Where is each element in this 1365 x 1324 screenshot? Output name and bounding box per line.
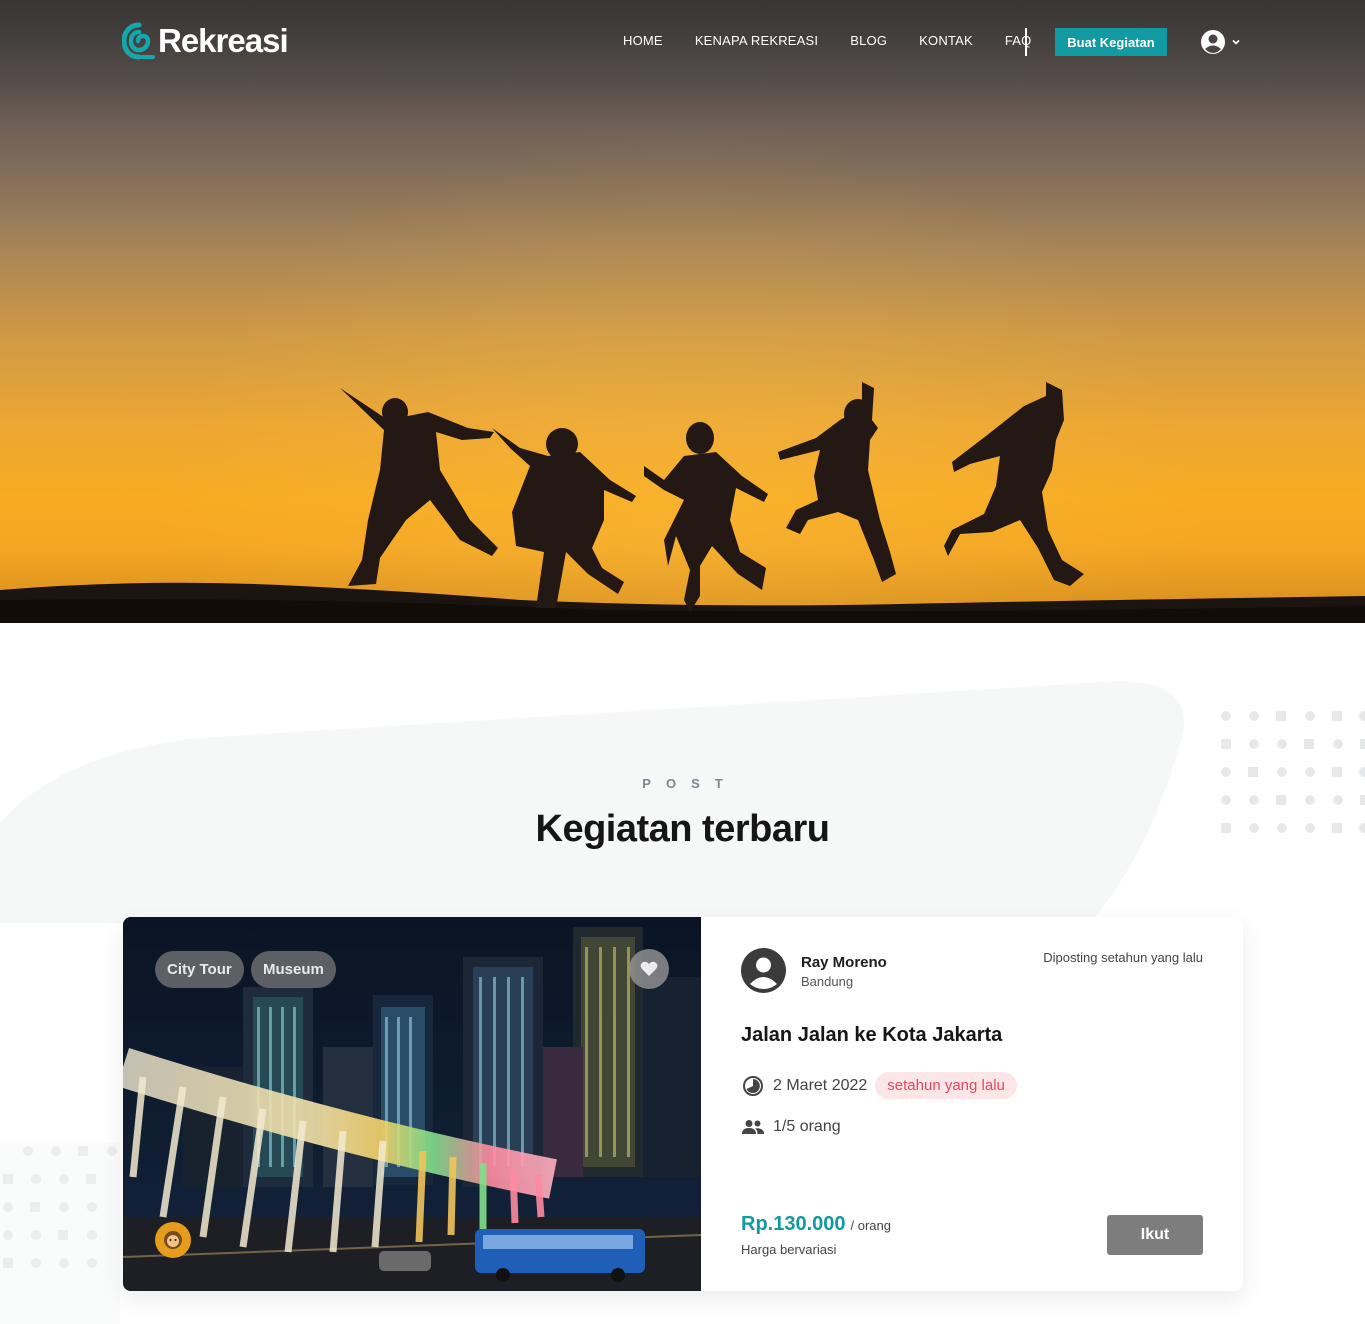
top-navbar: Rekreasi HOME KENAPA REKREASI BLOG KONTA… [0, 0, 1365, 84]
clock-icon [741, 1074, 765, 1098]
rekreasi-logo-icon [122, 22, 155, 60]
people-icon [741, 1115, 765, 1139]
price: Rp.130.000 / orang [741, 1213, 891, 1236]
create-activity-button[interactable]: Buat Kegiatan [1055, 28, 1167, 56]
nav-link-faq[interactable]: FAQ [1005, 33, 1032, 48]
participants-count: 1/5 orang [773, 1118, 841, 1135]
nav-links: HOME KENAPA REKREASI BLOG KONTAK FAQ [623, 33, 1063, 48]
section-eyebrow: POST [642, 776, 738, 791]
nav-link-blog[interactable]: BLOG [850, 33, 887, 48]
activity-title[interactable]: Jalan Jalan ke Kota Jakarta [741, 1024, 1002, 1047]
host-name[interactable]: Ray Moreno [801, 954, 887, 971]
chevron-down-icon [1232, 39, 1240, 45]
activity-date-row: 2 Maret 2022 setahun yang lalu [741, 1072, 1017, 1099]
nav-link-home[interactable]: HOME [623, 33, 663, 48]
hero-silhouettes-image [0, 382, 1365, 623]
brand-logo[interactable]: Rekreasi [122, 22, 289, 60]
decorative-dot-pattern-left [3, 1146, 117, 1268]
organizer-badge [155, 1222, 191, 1258]
heart-icon [640, 961, 658, 976]
nav-divider [1025, 28, 1027, 56]
hero-banner [0, 0, 1365, 623]
price-unit: / orang [850, 1218, 891, 1233]
user-avatar-icon[interactable] [741, 948, 786, 993]
nav-link-kenapa-rekreasi[interactable]: KENAPA REKREASI [695, 33, 818, 48]
activity-card[interactable]: City Tour Museum Ray Moreno Bandung Dipo… [123, 917, 1243, 1291]
participants-row: 1/5 orang [741, 1115, 841, 1139]
price-value: Rp.130.000 [741, 1213, 846, 1235]
favorite-button[interactable] [629, 949, 669, 989]
price-note: Harga bervariasi [741, 1242, 837, 1257]
posted-time: Diposting setahun yang lalu [1043, 950, 1203, 965]
tag-museum[interactable]: Museum [251, 951, 336, 988]
activity-details: Ray Moreno Bandung Diposting setahun yan… [701, 917, 1243, 1291]
user-menu[interactable] [1200, 29, 1242, 55]
account-circle-icon [1201, 30, 1225, 54]
nav-link-kontak[interactable]: KONTAK [919, 33, 973, 48]
relative-time-badge: setahun yang lalu [875, 1072, 1017, 1099]
brand-name: Rekreasi [158, 22, 289, 59]
monkey-avatar-icon [164, 1231, 182, 1249]
join-button[interactable]: Ikut [1107, 1215, 1203, 1255]
activity-date: 2 Maret 2022 [773, 1076, 868, 1094]
activity-image[interactable]: City Tour Museum [123, 917, 701, 1291]
section-heading: Kegiatan terbaru [535, 808, 830, 850]
host-city: Bandung [801, 974, 854, 989]
tag-city-tour[interactable]: City Tour [155, 951, 244, 988]
